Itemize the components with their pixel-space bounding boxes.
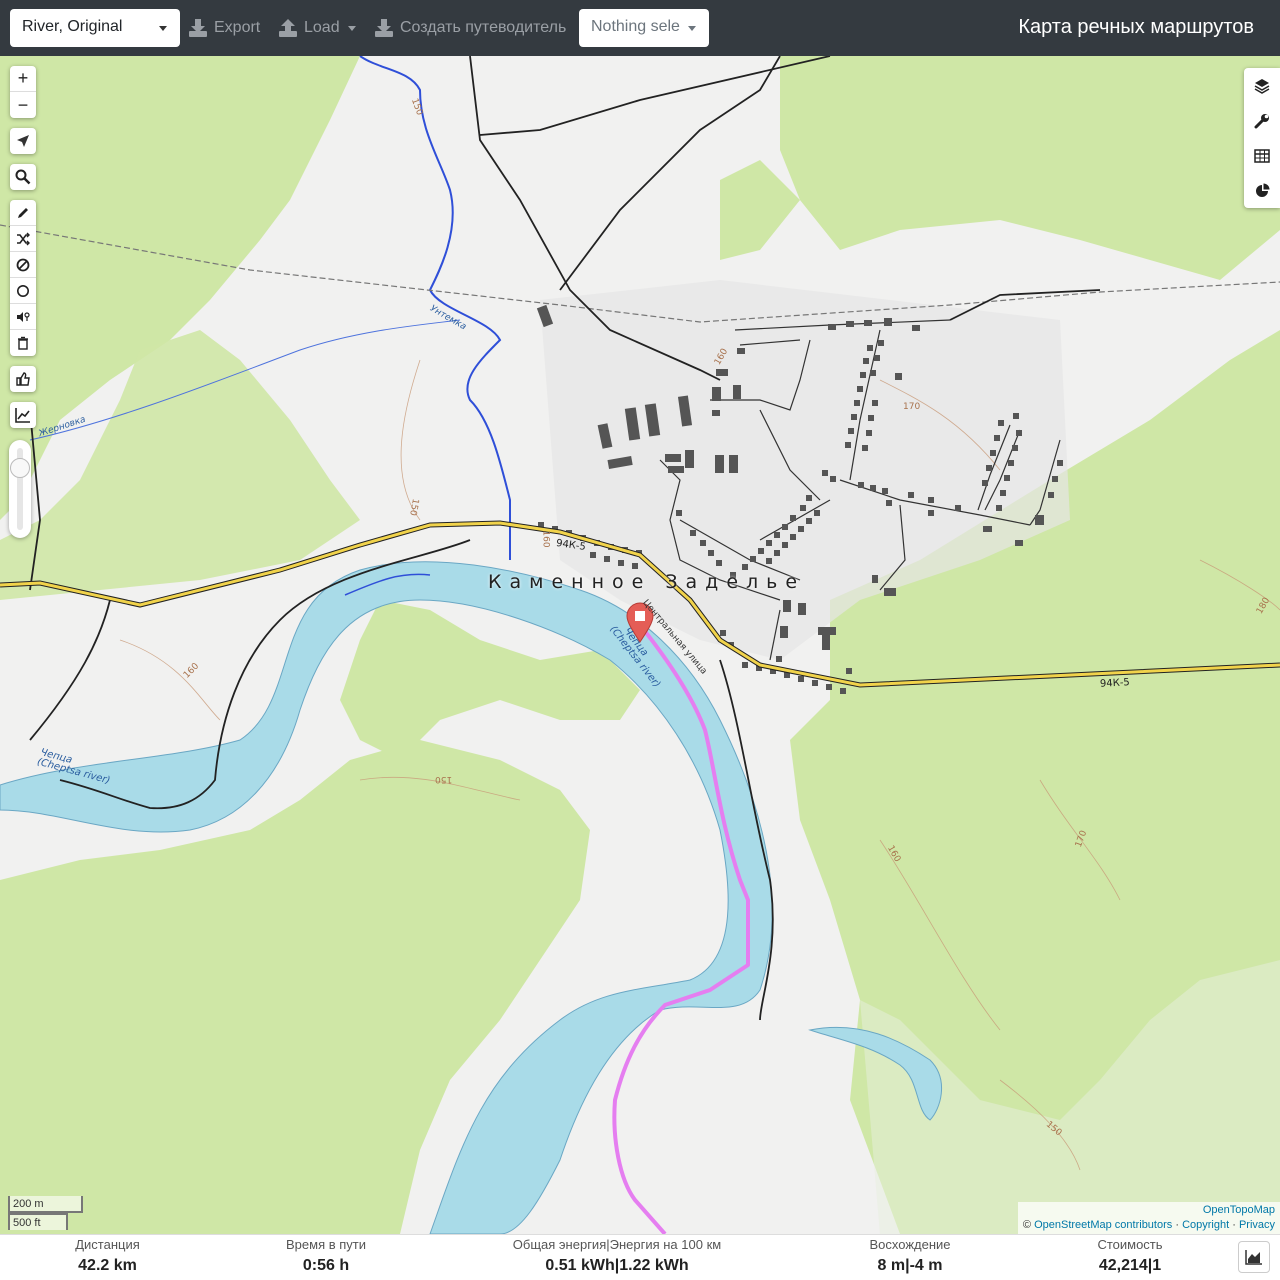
map-view[interactable]: Каменное Заделье 94К-5 94К-5 Центральная… <box>0 56 1280 1234</box>
reverse-route-button[interactable] <box>10 226 36 252</box>
scale-imperial: 500 ft <box>8 1213 68 1230</box>
stat-distance-unit: km <box>113 1257 137 1274</box>
search-icon <box>15 169 31 185</box>
contour-label: 170 <box>903 402 921 412</box>
upload-icon <box>279 19 297 37</box>
circle-icon <box>17 284 29 297</box>
layers-button[interactable] <box>1244 68 1280 103</box>
locate-control <box>10 128 36 154</box>
chevron-down-icon <box>159 26 167 31</box>
stat-energy-value: 0.51 kWh|1.22 kWh <box>545 1257 689 1274</box>
stats-button[interactable] <box>1244 173 1280 208</box>
delete-route-button[interactable] <box>10 330 36 356</box>
road-label-94k5-east: 94К-5 <box>1099 677 1131 690</box>
route-select-placeholder: Nothing sele <box>591 18 680 35</box>
stat-energy: Общая энергия|Энергия на 100 км 0.51 kWh… <box>502 1237 732 1277</box>
no-go-area-button[interactable] <box>10 252 36 278</box>
load-label: Load <box>304 19 340 36</box>
stat-ascent: Восхождение 8 m|-4 m <box>855 1237 965 1277</box>
elevation-control <box>10 402 36 428</box>
stat-time-unit: h <box>339 1257 350 1274</box>
slider-handle[interactable] <box>10 458 30 478</box>
separator: · <box>1175 1219 1179 1231</box>
pin-mute-icon <box>17 311 30 322</box>
stat-time-value: 0:56 <box>302 1257 335 1274</box>
settings-button[interactable] <box>1244 103 1280 138</box>
create-guide-button[interactable]: Создать путеводитель <box>374 14 566 42</box>
scale-metric: 200 m <box>8 1196 83 1213</box>
elevation-chart-button[interactable] <box>1238 1241 1270 1273</box>
privacy-link[interactable]: Privacy <box>1239 1219 1275 1231</box>
layers-icon <box>1254 78 1270 94</box>
elevation-button[interactable] <box>10 402 36 428</box>
pencil-icon <box>18 207 28 218</box>
place-name-label: Каменное Заделье <box>488 571 806 593</box>
map-attribution: OpenTopoMap © OpenStreetMap contributors… <box>1017 1202 1280 1234</box>
contour-label: 160 <box>540 530 551 548</box>
stat-ascent-value: 8 m|-4 m <box>877 1257 943 1274</box>
chevron-down-icon <box>688 26 696 31</box>
search-button[interactable] <box>10 164 36 190</box>
copyright-symbol: © <box>1022 1219 1032 1231</box>
trash-icon <box>18 336 28 350</box>
route-select[interactable]: Nothing sele <box>579 9 709 47</box>
stat-ascent-title: Восхождение <box>869 1237 951 1252</box>
separator: · <box>1232 1219 1236 1231</box>
top-navbar: River, Original Export Load Создать путе… <box>0 0 1280 56</box>
pie-chart-icon <box>1256 183 1270 197</box>
load-button[interactable]: Load <box>278 14 356 42</box>
create-guide-label: Создать путеводитель <box>400 19 567 36</box>
wrench-icon <box>1254 113 1269 128</box>
poi-control <box>10 366 36 392</box>
stat-cost-value: 42,214|1 <box>1098 1257 1162 1274</box>
zoom-control: + − <box>10 66 36 118</box>
osm-contributors-link[interactable]: OpenStreetMap contributors <box>1034 1219 1172 1231</box>
search-control <box>10 164 36 190</box>
stat-distance-title: Дистанция <box>75 1237 140 1252</box>
zoom-in-button[interactable]: + <box>10 66 36 92</box>
contour-label: 150 <box>435 774 453 784</box>
app-title: Карта речных маршрутов <box>1018 16 1254 38</box>
like-button[interactable] <box>10 366 36 392</box>
stat-cost-title: Стоимость <box>1097 1237 1163 1252</box>
profile-select-value: River, Original <box>22 18 123 35</box>
shuffle-icon <box>17 232 30 245</box>
locate-button[interactable] <box>10 128 36 154</box>
chevron-down-icon <box>347 25 356 31</box>
circle-tool-button[interactable] <box>10 278 36 304</box>
route-stats-bar: Дистанция 42.2 km Время в пути 0:56 h Об… <box>0 1234 1280 1280</box>
copyright-link[interactable]: Copyright <box>1182 1219 1229 1231</box>
pin-mute-button[interactable] <box>10 304 36 330</box>
opacity-slider[interactable] <box>9 440 31 538</box>
draw-route-button[interactable] <box>10 200 36 226</box>
right-toolbar <box>1244 68 1280 208</box>
profile-select[interactable]: River, Original <box>10 9 180 47</box>
export-label: Export <box>214 19 261 36</box>
zoom-out-button[interactable]: − <box>10 92 36 118</box>
chart-line-icon <box>15 408 30 423</box>
stat-time-title: Время в пути <box>286 1237 366 1252</box>
stat-cost: Стоимость 42,214|1 <box>1080 1237 1180 1277</box>
table-icon <box>1254 148 1270 163</box>
stat-energy-title: Общая энергия|Энергия на 100 км <box>512 1237 722 1252</box>
draw-toolbar <box>10 200 36 356</box>
download-icon <box>375 19 393 37</box>
locate-icon <box>17 135 29 147</box>
table-button[interactable] <box>1244 138 1280 173</box>
export-button[interactable]: Export <box>188 14 260 42</box>
stat-distance-value: 42.2 <box>78 1257 110 1274</box>
download-icon <box>189 19 207 37</box>
no-entry-icon <box>16 258 30 271</box>
area-chart-icon <box>1245 1250 1262 1265</box>
thumbs-up-icon <box>16 372 30 386</box>
opentopomap-link[interactable]: OpenTopoMap <box>1203 1204 1275 1216</box>
stat-distance: Дистанция 42.2 km <box>60 1237 155 1277</box>
stat-time: Время в пути 0:56 h <box>276 1237 376 1277</box>
